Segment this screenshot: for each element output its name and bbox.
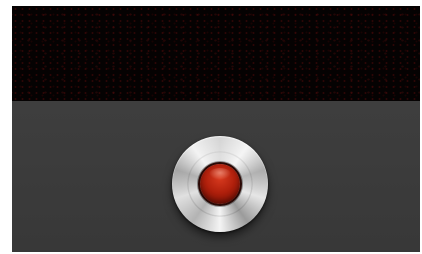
record-icon (200, 164, 240, 204)
record-button[interactable] (172, 136, 268, 232)
camera-viewfinder (12, 6, 420, 101)
control-panel (12, 101, 420, 252)
camera-app (12, 6, 420, 252)
